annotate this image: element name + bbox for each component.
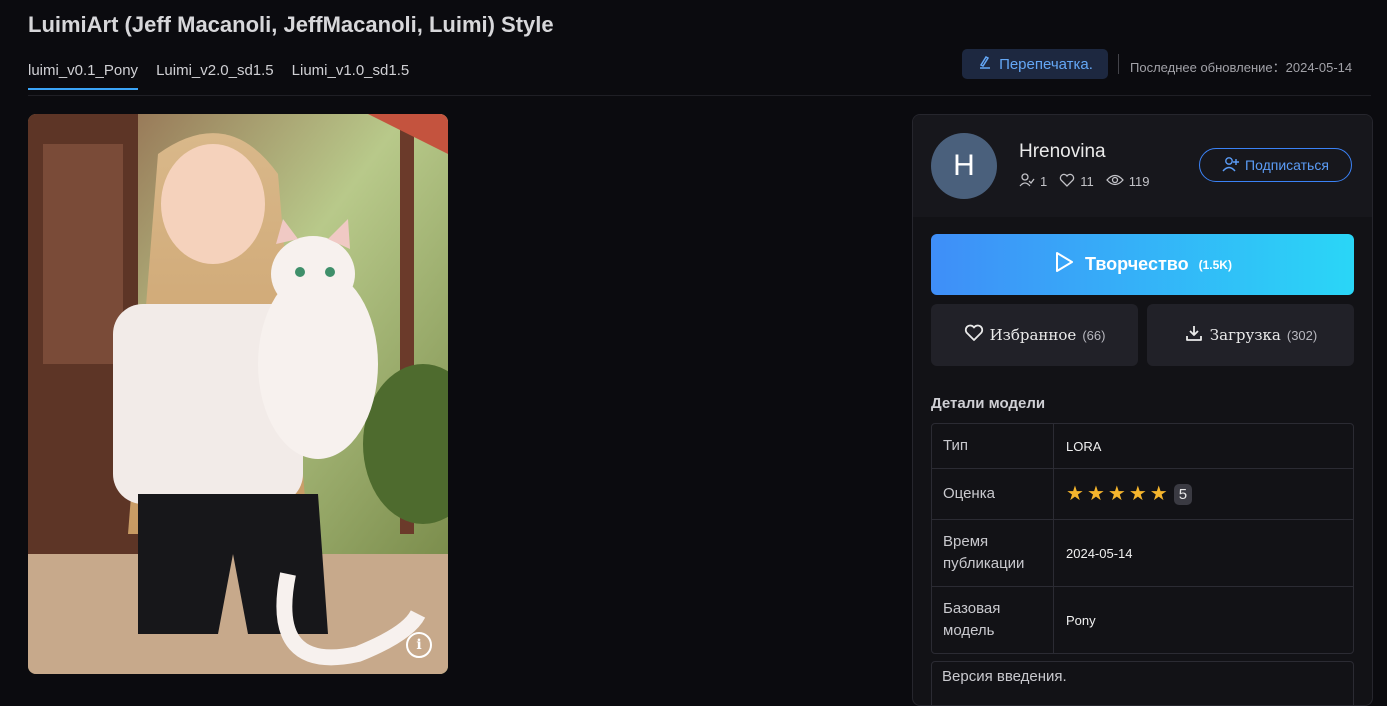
download-count: (302)	[1286, 327, 1318, 343]
author-stats: 1 11 119	[1019, 173, 1149, 190]
star-icon: ★	[1107, 483, 1126, 505]
details-key: Базовая модель	[932, 587, 1054, 653]
views-stat: 119	[1105, 173, 1150, 190]
model-details-table: Тип LORA Оценка ★ ★ ★ ★ ★ 5 Время публик…	[931, 423, 1354, 654]
create-button[interactable]: Творчество (1.5K)	[931, 234, 1354, 295]
heart-icon	[1059, 173, 1075, 190]
create-label: Творчество	[1085, 254, 1189, 274]
author-card: H Hrenovina 1 11 119 Подписаться	[913, 115, 1372, 217]
version-intro-label: Версия введения.	[942, 668, 1067, 685]
favorite-button[interactable]: Избранное (66)	[931, 304, 1138, 366]
followers-count: 1	[1040, 174, 1048, 189]
star-icon: ★	[1128, 483, 1147, 505]
details-row-published: Время публикации 2024-05-14	[932, 520, 1353, 587]
model-side-panel: H Hrenovina 1 11 119 Подписаться Творчес…	[912, 114, 1373, 706]
favorite-label: Избранное	[989, 326, 1077, 344]
details-value: LORA	[1066, 438, 1102, 454]
play-icon	[1053, 250, 1075, 279]
star-icon: ★	[1149, 483, 1168, 505]
details-value: Pony	[1066, 612, 1096, 628]
header-separator	[1118, 54, 1119, 74]
eye-icon	[1105, 173, 1124, 190]
last-updated-date: 2024-05-14	[1285, 60, 1353, 75]
favorite-count: (66)	[1082, 327, 1106, 343]
details-key: Оценка	[932, 469, 1054, 519]
download-icon	[1184, 324, 1204, 347]
rating-stars: ★ ★ ★ ★ ★	[1066, 484, 1168, 504]
subscribe-label: Подписаться	[1245, 157, 1329, 173]
views-count: 119	[1128, 174, 1150, 189]
model-preview-image[interactable]: i	[28, 114, 448, 674]
details-row-type: Тип LORA	[932, 424, 1353, 469]
likes-count: 11	[1080, 174, 1094, 189]
rating-badge: 5	[1173, 483, 1193, 505]
likes-stat: 11	[1059, 173, 1094, 190]
details-row-rating: Оценка ★ ★ ★ ★ ★ 5	[932, 469, 1353, 520]
details-value: 2024-05-14	[1066, 545, 1133, 561]
create-count: (1.5K)	[1198, 257, 1232, 272]
details-row-base-model: Базовая модель Pony	[932, 587, 1353, 653]
version-tabs: luimi_v0.1_Pony Luimi_v2.0_sd1.5 Liumi_v…	[28, 60, 409, 90]
subscribe-button[interactable]: Подписаться	[1199, 148, 1352, 182]
tab-version-liumi-v1-0[interactable]: Liumi_v1.0_sd1.5	[292, 60, 410, 90]
page-title: LuimiArt (Jeff Macanoli, JeffMacanoli, L…	[28, 12, 554, 37]
followers-stat: 1	[1019, 173, 1047, 190]
reprint-button[interactable]: Перепечатка.	[962, 49, 1108, 79]
author-name[interactable]: Hrenovina	[1019, 141, 1106, 163]
star-icon: ★	[1086, 483, 1105, 505]
star-icon: ★	[1066, 483, 1084, 505]
tab-version-luimi-v0-1-pony[interactable]: luimi_v0.1_Pony	[28, 60, 139, 90]
reprint-icon	[977, 54, 993, 74]
preview-illustration	[28, 114, 448, 674]
info-icon[interactable]: i	[406, 632, 432, 658]
add-user-icon	[1222, 156, 1240, 175]
reprint-label: Перепечатка.	[999, 55, 1093, 73]
last-updated: Последнее обновление：2024-05-14	[1130, 57, 1352, 76]
model-details-title: Детали модели	[931, 395, 1046, 412]
avatar[interactable]: H	[931, 133, 997, 199]
heart-icon	[964, 324, 984, 347]
followers-icon	[1019, 173, 1035, 190]
version-intro: Версия введения.	[931, 661, 1354, 705]
details-key: Тип	[932, 424, 1054, 468]
header-divider	[28, 95, 1371, 96]
tab-version-luimi-v2-0[interactable]: Luimi_v2.0_sd1.5	[156, 60, 274, 90]
details-key: Время публикации	[932, 520, 1054, 586]
rating-value: ★ ★ ★ ★ ★ 5	[1054, 469, 1353, 519]
download-button[interactable]: Загрузка (302)	[1147, 304, 1354, 366]
download-label: Загрузка	[1209, 326, 1281, 344]
last-updated-label: Последнее обновление：	[1130, 60, 1286, 75]
